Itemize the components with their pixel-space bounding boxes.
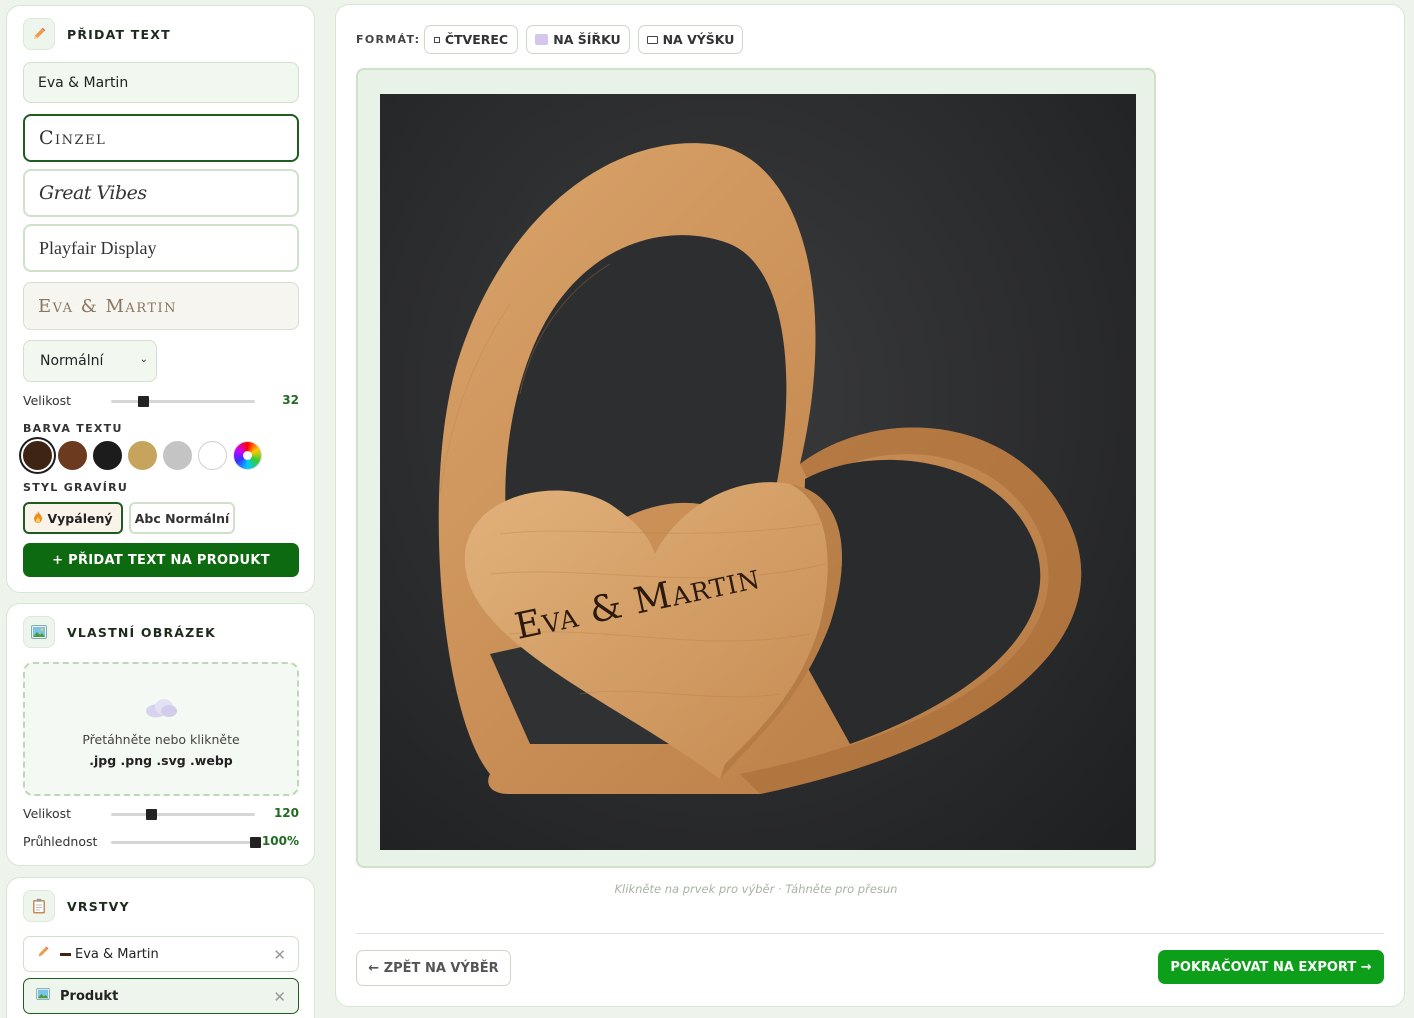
pencil-icon — [23, 18, 55, 50]
dropzone-instruction: Přetáhněte nebo klikněte — [82, 732, 240, 747]
text-size-slider[interactable] — [111, 396, 255, 407]
format-label: FORMÁT: — [356, 33, 421, 46]
picture-icon — [23, 616, 55, 648]
text-color-label: BARVA TEXTU — [23, 422, 123, 435]
image-size-slider-row: Velikost 120 — [23, 804, 299, 824]
slider-thumb[interactable] — [146, 809, 158, 820]
cloud-upload-icon — [144, 698, 178, 718]
add-text-header: PŘIDAT TEXT — [23, 18, 171, 50]
weight-select-value: Normální — [40, 353, 104, 369]
portrait-icon — [646, 35, 658, 44]
add-text-panel: PŘIDAT TEXT Eva & Martin Cinzel Great Vi… — [6, 5, 315, 593]
layer-label: Eva & Martin — [75, 946, 159, 962]
font-option-playfair[interactable]: Playfair Display — [23, 224, 299, 272]
layer-item-text[interactable]: Eva & Martin ✕ — [23, 936, 299, 972]
square-icon — [433, 36, 440, 43]
weight-select[interactable]: Normální ⌄ — [23, 340, 157, 382]
back-to-selection-button[interactable]: ← ZPĚT NA VÝBĚR — [356, 950, 511, 986]
add-text-button[interactable]: + PŘIDAT TEXT NA PRODUKT — [23, 543, 299, 577]
editor-panel: FORMÁT: ČTVEREC NA ŠÍŘKU NA VÝŠKU Eva & … — [335, 4, 1405, 1007]
font-option-cinzel[interactable]: Cinzel — [23, 114, 299, 162]
color-swatch-gold[interactable] — [128, 441, 157, 470]
wooden-heart-product: Eva & Martin — [438, 143, 1082, 794]
color-swatches — [23, 441, 262, 470]
engrave-style-label: STYL GRAVÍRU — [23, 481, 129, 494]
format-landscape-button[interactable]: NA ŠÍŘKU — [526, 25, 630, 54]
layers-header: VRSTVY — [23, 890, 130, 922]
image-size-slider[interactable] — [111, 809, 255, 820]
slider-thumb[interactable] — [250, 837, 261, 848]
layers-panel: VRSTVY Eva & Martin ✕ Produkt ✕ — [6, 877, 315, 1018]
format-portrait-button[interactable]: NA VÝŠKU — [638, 25, 743, 54]
opacity-label: Průhlednost — [23, 834, 98, 849]
opacity-slider[interactable] — [111, 837, 261, 848]
custom-image-panel: VLASTNÍ OBRÁZEK Přetáhněte nebo klikněte… — [6, 603, 315, 866]
color-swatch-silver[interactable] — [163, 441, 192, 470]
flame-icon — [33, 510, 43, 526]
engrave-burned-label: Vypálený — [47, 510, 113, 526]
image-size-value: 120 — [273, 806, 299, 820]
landscape-icon — [535, 34, 549, 45]
remove-layer-icon[interactable]: ✕ — [273, 946, 286, 964]
picture-icon — [36, 988, 50, 1004]
text-preview: Eva & Martin — [23, 282, 299, 330]
format-landscape-label: NA ŠÍŘKU — [553, 32, 621, 47]
add-text-title: PŘIDAT TEXT — [67, 26, 171, 42]
color-swatch-black[interactable] — [93, 441, 122, 470]
format-square-label: ČTVEREC — [444, 32, 509, 47]
opacity-slider-row: Průhlednost 100% — [23, 832, 299, 852]
engrave-normal-button[interactable]: Abc Normální — [129, 502, 235, 534]
text-size-value: 32 — [282, 393, 299, 407]
layer-item-product[interactable]: Produkt ✕ — [23, 978, 299, 1014]
color-swatch-brown[interactable] — [58, 441, 87, 470]
remove-layer-icon[interactable]: ✕ — [273, 988, 286, 1006]
dropzone-formats: .jpg .png .svg .webp — [89, 753, 233, 768]
text-size-slider-row: Velikost 32 — [23, 391, 299, 411]
custom-image-title: VLASTNÍ OBRÁZEK — [67, 624, 217, 640]
text-size-label: Velikost — [23, 393, 72, 408]
product-image[interactable]: Eva & Martin — [380, 94, 1136, 850]
canvas-hint: Klikněte na prvek pro výběr · Táhněte pr… — [614, 882, 898, 896]
layers-title: VRSTVY — [67, 898, 130, 914]
pencil-icon — [36, 945, 50, 963]
color-swatch-white[interactable] — [198, 441, 227, 470]
divider — [356, 933, 1384, 934]
format-square-button[interactable]: ČTVEREC — [424, 25, 518, 54]
text-layer-marker-icon — [60, 952, 71, 956]
font-option-great-vibes[interactable]: Great Vibes — [23, 169, 299, 217]
layer-label: Produkt — [60, 988, 119, 1004]
color-swatch-dark-brown[interactable] — [23, 441, 52, 470]
continue-to-export-button[interactable]: POKRAČOVAT NA EXPORT → — [1158, 950, 1384, 984]
custom-image-header: VLASTNÍ OBRÁZEK — [23, 616, 216, 648]
image-size-label: Velikost — [23, 806, 72, 821]
format-portrait-label: NA VÝŠKU — [662, 32, 735, 47]
color-picker-icon[interactable] — [233, 441, 262, 470]
text-input[interactable]: Eva & Martin — [23, 62, 299, 103]
design-canvas[interactable]: Eva & Martin — [356, 68, 1156, 868]
image-dropzone[interactable]: Přetáhněte nebo klikněte .jpg .png .svg … — [23, 662, 299, 796]
engrave-burned-button[interactable]: Vypálený — [23, 502, 123, 534]
slider-thumb[interactable] — [137, 396, 149, 407]
chevron-down-icon: ⌄ — [139, 354, 148, 365]
clipboard-icon — [23, 890, 55, 922]
opacity-value: 100% — [261, 834, 299, 848]
